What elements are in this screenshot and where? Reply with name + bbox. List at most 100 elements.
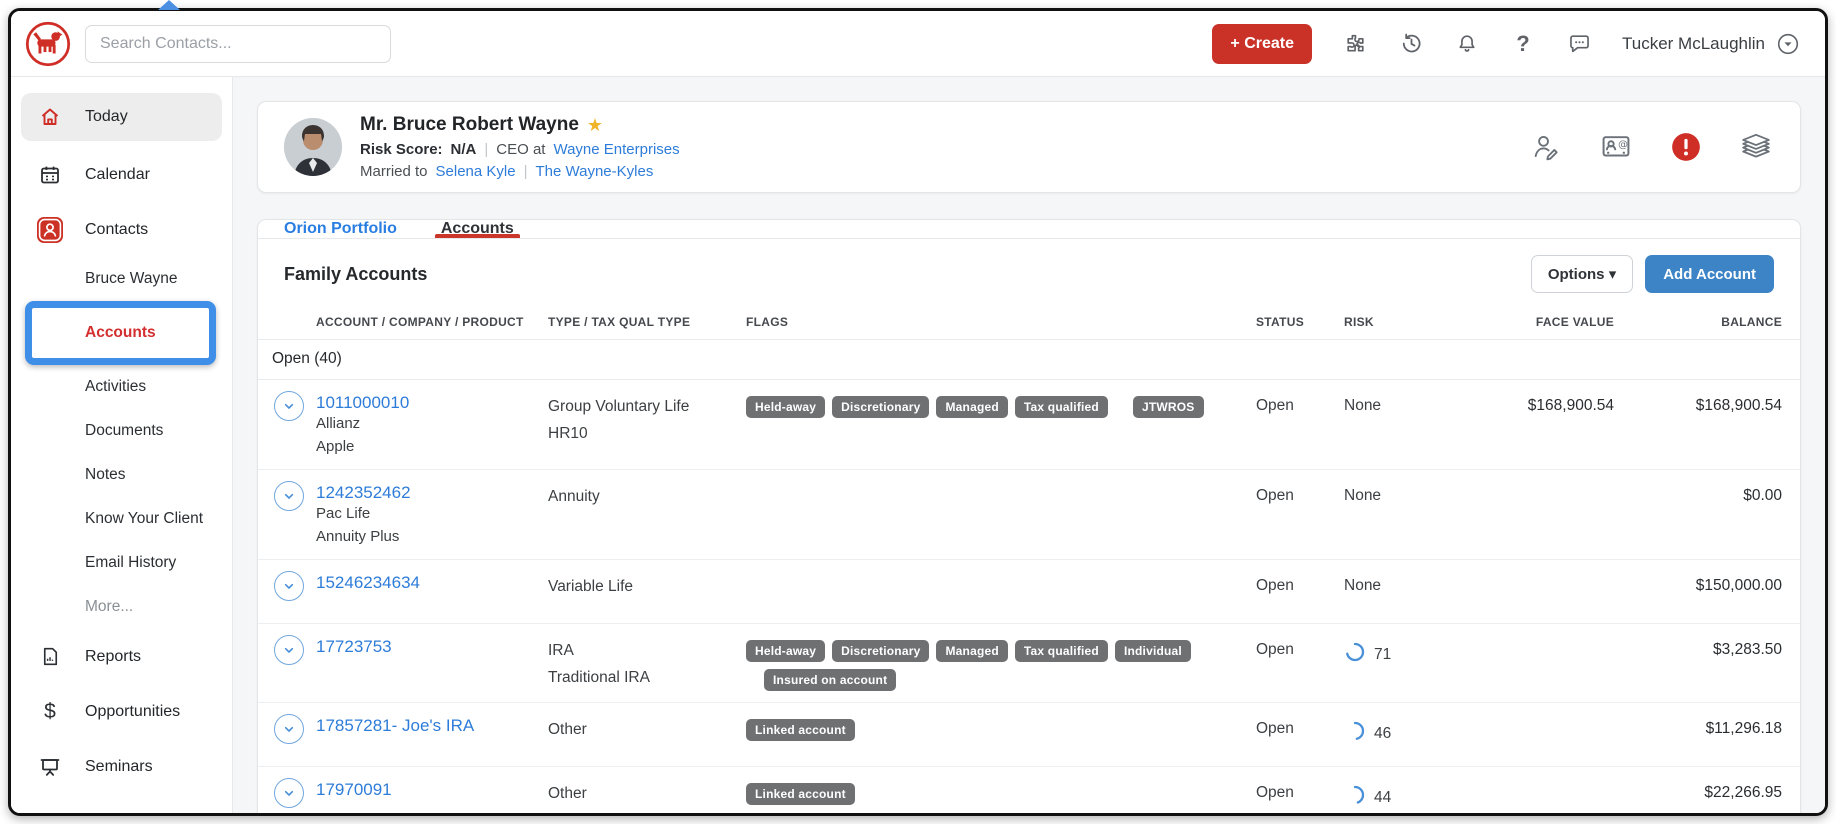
type-cell: Other (548, 778, 746, 805)
search-input[interactable] (100, 34, 376, 53)
shuffle-icon (35, 810, 65, 814)
sidebar-item-documents[interactable]: Documents (11, 409, 232, 453)
redtail-logo-icon[interactable] (25, 21, 71, 67)
group-header-open[interactable]: Open (40) (258, 340, 1800, 380)
options-button[interactable]: Options ▾ (1530, 255, 1634, 293)
sidebar-item-bruce-wayne[interactable]: Bruce Wayne (11, 257, 232, 301)
account-link[interactable]: 15246234634 (316, 573, 420, 593)
expand-cell (266, 714, 316, 744)
sidebar-item-calendar[interactable]: Calendar (11, 147, 232, 202)
face-value-cell (1464, 571, 1614, 577)
topbar-actions: + Create ? Tucker McLaughlin (1212, 23, 1801, 64)
sidebar-item-label: More... (85, 598, 134, 615)
table-row: 1011000010 Allianz Apple Group Voluntary Li… (258, 380, 1800, 470)
type-line: Traditional IRA (548, 669, 650, 687)
family-link[interactable]: The Wayne-Kyles (536, 161, 654, 183)
layers-icon[interactable] (1738, 130, 1774, 164)
sidebar-item-today[interactable]: Today (21, 93, 222, 141)
sidebar-item-label: Today (85, 108, 128, 125)
user-menu[interactable]: Tucker McLaughlin (1622, 31, 1801, 57)
contact-card-email-icon[interactable]: @ (1598, 130, 1634, 164)
risk-gauge-icon (1344, 784, 1366, 811)
expand-row-button[interactable] (274, 714, 304, 744)
expand-row-button[interactable] (274, 778, 304, 808)
flag-badge: Linked account (746, 719, 855, 741)
flag-badge: Insured on account (764, 669, 897, 691)
sidebar-item-email-history[interactable]: Email History (11, 541, 232, 585)
chevron-down-icon (284, 493, 294, 499)
sidebar-item-opportunities[interactable]: $ Opportunities (11, 684, 232, 739)
history-icon[interactable] (1398, 31, 1424, 57)
flags-cell: Held-away Discretionary Managed Tax qualifi… (746, 396, 1256, 418)
account-link[interactable]: 17723753 (316, 637, 392, 657)
sidebar-item-activities[interactable]: Activities (11, 365, 232, 409)
sidebar-item-seminars[interactable]: Seminars (11, 739, 232, 794)
sidebar-item-know-your-client[interactable]: Know Your Client (11, 497, 232, 541)
sidebar-item-workflows[interactable]: Workflows (11, 794, 232, 814)
status-cell: Open (1256, 397, 1294, 414)
risk-score-value: 46 (1374, 724, 1392, 742)
tab-accounts[interactable]: Accounts (434, 220, 520, 238)
add-account-button[interactable]: Add Account (1645, 255, 1774, 293)
account-cell: 17970091 (316, 778, 548, 800)
type-cell: IRA Traditional IRA (548, 635, 746, 690)
account-sub-line: Pac Life (316, 505, 371, 522)
expand-row-button[interactable] (274, 571, 304, 601)
contact-name: Mr. Bruce Robert Wayne (360, 114, 579, 136)
account-cell: 15246234634 (316, 571, 548, 593)
face-value-cell: $168,900.54 (1527, 397, 1614, 414)
account-link[interactable]: 1011000010 (316, 393, 409, 413)
sidebar-item-notes[interactable]: Notes (11, 453, 232, 497)
sidebar-item-label: Know Your Client (85, 510, 204, 527)
expand-row-button[interactable] (274, 481, 304, 511)
column-header-flags: FLAGS (746, 315, 789, 329)
expand-cell (266, 635, 316, 665)
sidebar: Today Calendar Contacts Bruce Wayne Acco… (11, 77, 233, 813)
account-cell: 17723753 (316, 635, 548, 657)
balance-cell: $0.00 (1743, 487, 1782, 504)
family-accounts-header: Family Accounts Options ▾ Add Account (258, 239, 1800, 307)
expand-cell (266, 391, 316, 421)
risk-cell: 46 (1344, 714, 1464, 747)
account-link[interactable]: 17857281- Joe's IRA (316, 716, 474, 736)
create-button[interactable]: + Create (1212, 23, 1312, 64)
chevron-down-icon (284, 647, 294, 653)
account-link[interactable]: 1242352462 (316, 483, 411, 503)
help-icon[interactable]: ? (1510, 31, 1536, 57)
report-document-icon (35, 645, 65, 668)
alert-icon[interactable] (1668, 130, 1704, 164)
sidebar-item-more[interactable]: More... (11, 585, 232, 629)
sidebar-item-label: Calendar (85, 165, 150, 183)
dollar-icon: $ (44, 699, 56, 723)
face-value-cell (1464, 635, 1614, 641)
sidebar-item-reports[interactable]: Reports (11, 629, 232, 684)
chat-icon[interactable] (1566, 31, 1592, 57)
contact-avatar[interactable] (284, 118, 342, 176)
home-icon (35, 105, 65, 129)
account-link[interactable]: 17970091 (316, 780, 392, 800)
notifications-bell-icon[interactable] (1454, 31, 1480, 57)
status-cell: Open (1256, 720, 1294, 737)
tab-orion-portfolio[interactable]: Orion Portfolio (284, 220, 397, 238)
table-row: 17857281- Joe's IRA Other Linked account Op… (258, 703, 1800, 767)
favorite-star-icon[interactable]: ★ (587, 112, 603, 138)
integrations-puzzle-icon[interactable] (1342, 31, 1368, 57)
calendar-icon (35, 163, 65, 187)
edit-contact-icon[interactable] (1528, 130, 1564, 164)
sidebar-item-contacts[interactable]: Contacts (11, 202, 232, 257)
risk-score-value: 71 (1374, 645, 1392, 663)
column-header-risk: RISK (1344, 315, 1374, 329)
user-menu-caret-icon[interactable] (1775, 31, 1801, 57)
risk-gauge-icon (1344, 720, 1366, 747)
expand-cell (266, 481, 316, 511)
spouse-link[interactable]: Selena Kyle (436, 161, 516, 183)
svg-text:@: @ (1618, 140, 1628, 151)
company-link[interactable]: Wayne Enterprises (553, 139, 679, 161)
expand-row-button[interactable] (274, 391, 304, 421)
expand-row-button[interactable] (274, 635, 304, 665)
search-contacts-box (85, 24, 391, 63)
type-line: Other (548, 721, 587, 738)
sidebar-item-label: Documents (85, 422, 164, 439)
sidebar-item-accounts[interactable]: Accounts (11, 301, 232, 365)
chevron-down-icon (284, 583, 294, 589)
